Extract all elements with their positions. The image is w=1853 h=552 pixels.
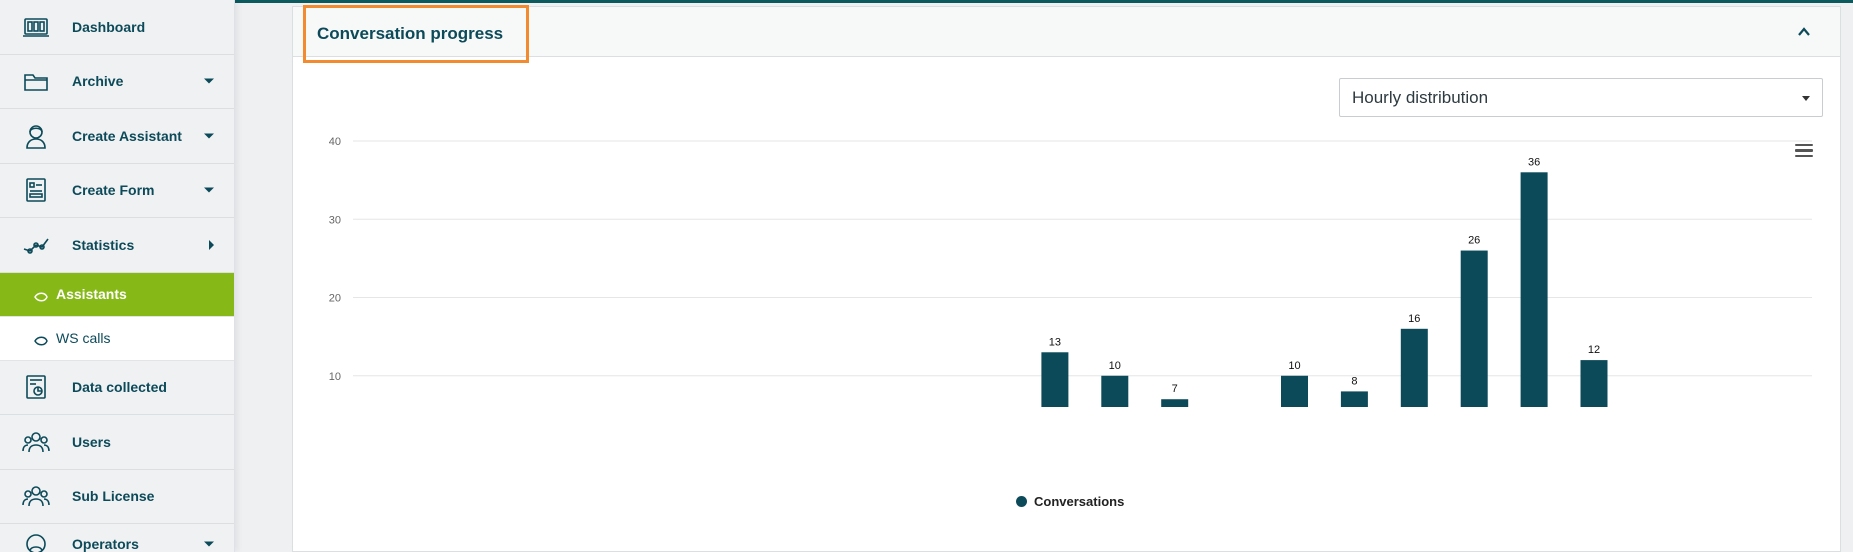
chevron-right-icon bbox=[209, 239, 214, 250]
sidebar-item-label: Create Assistant bbox=[72, 127, 182, 144]
sub-license-icon bbox=[20, 480, 52, 512]
sidebar-item-label: Dashboard bbox=[72, 18, 146, 35]
bar bbox=[1041, 352, 1069, 407]
y-tick-label: 20 bbox=[329, 293, 341, 305]
sidebar-item-dashboard[interactable]: Dashboard bbox=[0, 0, 234, 55]
chart-legend-item[interactable]: Conversations bbox=[1016, 494, 1124, 509]
sidebar-item-label: Create Form bbox=[72, 182, 155, 199]
legend-label: Conversations bbox=[1034, 494, 1125, 509]
sidebar-item-create-assistant[interactable]: Create Assistant bbox=[0, 109, 234, 164]
data-label: 16 bbox=[1408, 313, 1420, 325]
y-tick-label: 10 bbox=[329, 371, 341, 383]
data-label: 8 bbox=[1351, 375, 1357, 387]
y-tick-label: 30 bbox=[329, 214, 341, 226]
sidebar-item-users[interactable]: Users bbox=[0, 415, 234, 470]
bar bbox=[1580, 360, 1608, 407]
assistant-icon bbox=[20, 120, 52, 152]
sidebar-subitem-ws-calls[interactable]: WS calls bbox=[0, 316, 234, 361]
users-icon bbox=[20, 426, 52, 458]
sidebar-item-archive[interactable]: Archive bbox=[0, 55, 234, 109]
bar bbox=[1281, 375, 1308, 407]
sidebar-subitem-label: Assistants bbox=[56, 286, 127, 302]
sidebar-item-data-collected[interactable]: Data collected bbox=[0, 361, 234, 415]
leaf-icon bbox=[34, 333, 48, 346]
folder-icon bbox=[20, 65, 52, 97]
data-label: 10 bbox=[1109, 360, 1121, 372]
chevron-down-icon bbox=[204, 133, 214, 139]
y-tick-label: 40 bbox=[329, 136, 341, 148]
data-label: 13 bbox=[1049, 336, 1061, 348]
data-label: 12 bbox=[1588, 344, 1600, 356]
sidebar-subitem-label: WS calls bbox=[56, 330, 111, 346]
data-label: 10 bbox=[1288, 360, 1300, 372]
sidebar-subitem-assistants[interactable]: Assistants bbox=[0, 272, 234, 317]
bar bbox=[1161, 399, 1189, 407]
bar bbox=[1340, 391, 1368, 407]
form-icon bbox=[20, 174, 52, 206]
sidebar-item-label: Operators bbox=[72, 535, 139, 552]
dashboard-icon bbox=[20, 11, 52, 43]
conversations-bar-chart: 01020304012 AM02 AM04 AM06 AM08 AM10 AM1… bbox=[329, 136, 1812, 407]
sidebar-item-label: Sub License bbox=[72, 488, 155, 505]
chevron-down-icon bbox=[204, 541, 214, 546]
sidebar-item-label: Data collected bbox=[72, 379, 167, 396]
sidebar-item-label: Statistics bbox=[72, 236, 135, 253]
sidebar-item-label: Archive bbox=[72, 73, 124, 90]
data-label: 7 bbox=[1172, 383, 1178, 395]
chevron-down-icon bbox=[204, 187, 214, 193]
top-accent-line bbox=[235, 0, 1853, 3]
sidebar-item-create-form[interactable]: Create Form bbox=[0, 164, 234, 218]
bar bbox=[1460, 250, 1488, 407]
bar bbox=[1520, 172, 1548, 407]
data-label: 26 bbox=[1468, 235, 1480, 247]
statistics-icon bbox=[20, 229, 52, 261]
data-label: 36 bbox=[1528, 156, 1540, 168]
sidebar-item-operators[interactable]: Operators bbox=[0, 524, 234, 552]
sidebar-item-sub-license[interactable]: Sub License bbox=[0, 470, 234, 524]
leaf-icon bbox=[34, 289, 48, 302]
sidebar: Dashboard Archive Create Assistant Creat… bbox=[0, 0, 235, 552]
operators-icon bbox=[20, 528, 52, 552]
conversation-progress-panel: Conversation progress Hourly distributio… bbox=[292, 5, 1841, 552]
sidebar-item-label: Users bbox=[72, 433, 111, 450]
chevron-down-icon bbox=[204, 78, 214, 84]
bar bbox=[1400, 328, 1428, 407]
data-collected-icon bbox=[20, 371, 52, 403]
sidebar-item-statistics[interactable]: Statistics bbox=[0, 218, 234, 273]
legend-dot-icon bbox=[1016, 496, 1027, 507]
bar bbox=[1101, 375, 1129, 407]
